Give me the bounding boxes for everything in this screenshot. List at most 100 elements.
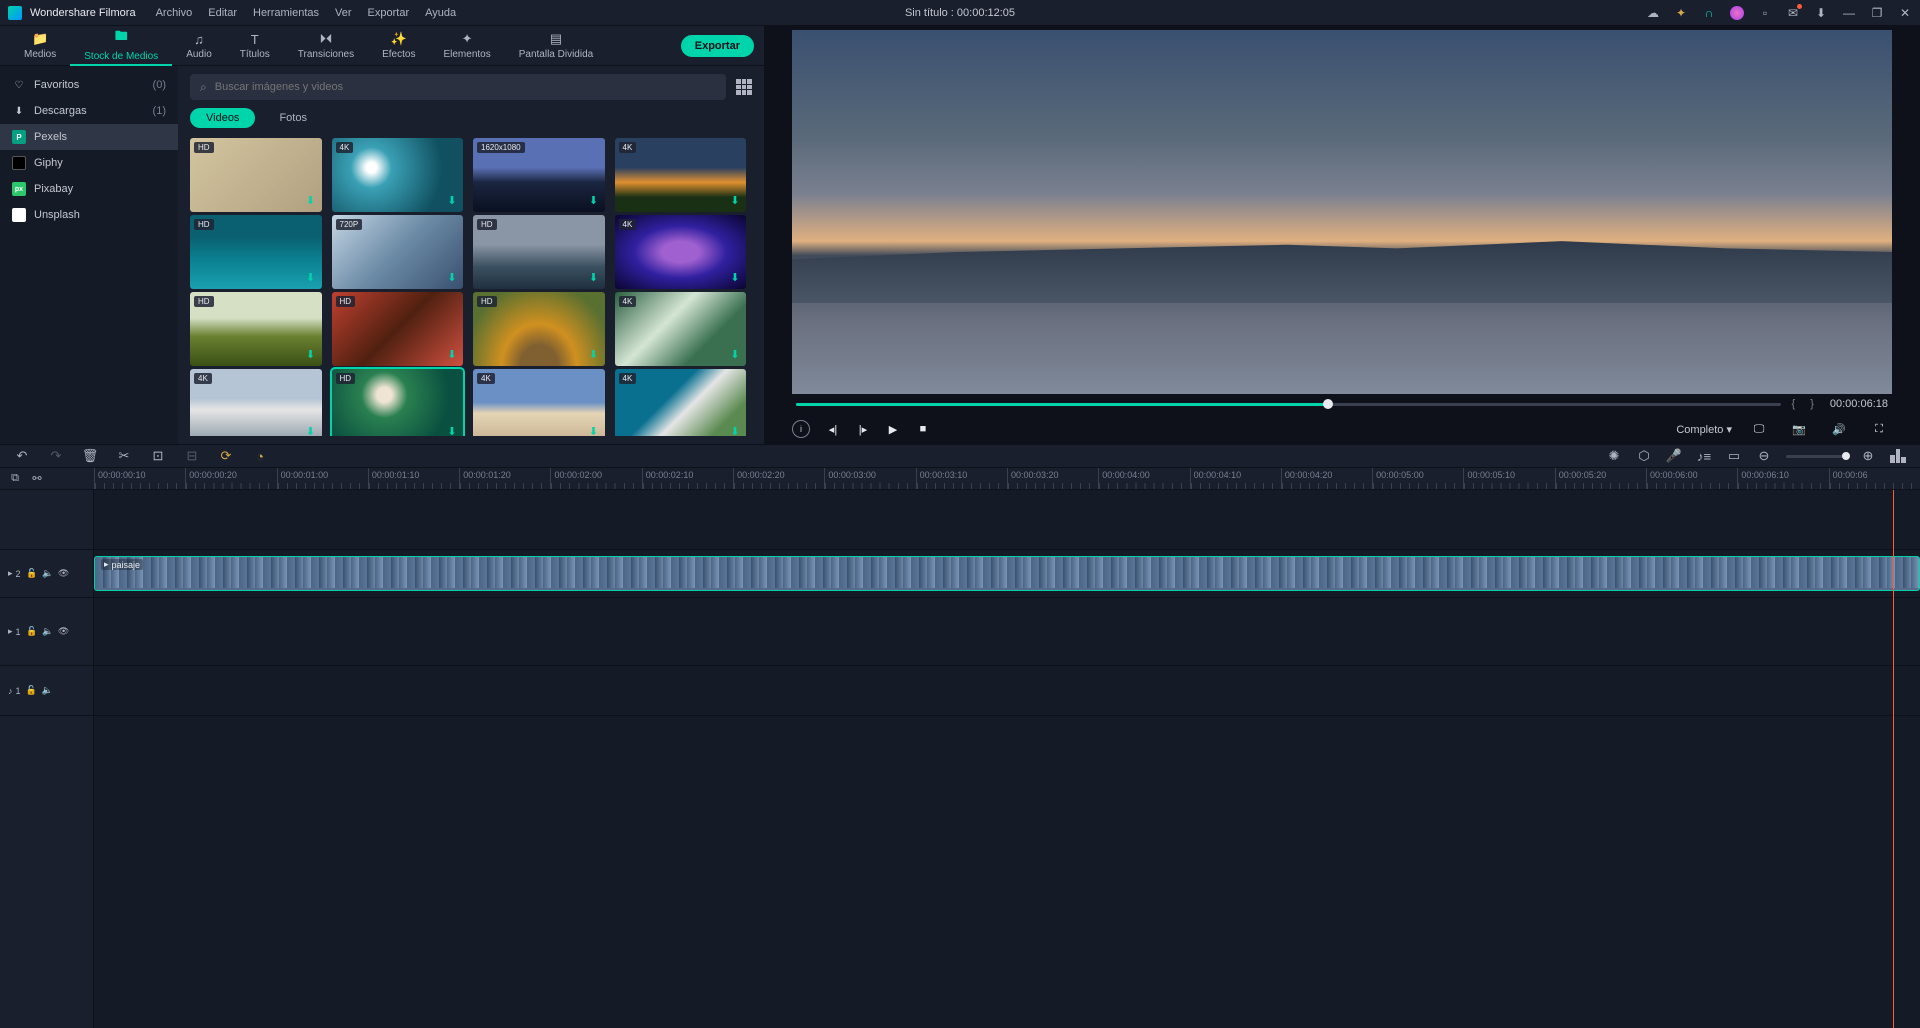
stock-thumbnail[interactable]: HD⬇ xyxy=(473,292,605,366)
stock-thumbnail[interactable]: 4K⬇ xyxy=(615,369,747,436)
mixer-icon[interactable]: ✺ xyxy=(1606,448,1622,464)
stock-thumbnail[interactable]: HD⬇ xyxy=(473,215,605,289)
minimize-button[interactable]: — xyxy=(1842,6,1856,20)
export-button[interactable]: Exportar xyxy=(681,35,754,57)
stock-thumbnail[interactable]: 4K⬇ xyxy=(332,138,464,212)
stock-thumbnail[interactable]: HD⬇ xyxy=(190,138,322,212)
avatar-icon[interactable] xyxy=(1730,6,1744,20)
speed-button[interactable]: ⟳ xyxy=(218,448,234,464)
next-frame-button[interactable]: |▸ xyxy=(850,418,876,440)
mute-icon[interactable]: 🔈 xyxy=(43,569,53,579)
headphones-icon[interactable]: ∩ xyxy=(1702,6,1716,20)
adjust-button[interactable]: ⊟ xyxy=(184,448,200,464)
marker-icon[interactable]: ⬡ xyxy=(1636,448,1652,464)
volume-icon[interactable]: 🔊 xyxy=(1826,418,1852,440)
video-clip[interactable]: ▸paisaje xyxy=(94,556,1920,591)
stock-thumbnail[interactable]: HD⬇ xyxy=(190,292,322,366)
preview-viewport[interactable] xyxy=(792,30,1892,394)
chip-fotos[interactable]: Fotos xyxy=(263,108,323,128)
stock-thumbnail[interactable]: 4K⬇ xyxy=(615,138,747,212)
download-thumbnail-icon[interactable]: ⬇ xyxy=(587,271,601,285)
close-button[interactable]: ✕ xyxy=(1898,6,1912,20)
time-ruler[interactable]: 00:00:00:1000:00:00:2000:00:01:0000:00:0… xyxy=(94,468,1920,489)
stock-thumbnail[interactable]: 4K⬇ xyxy=(615,215,747,289)
grid-view-icon[interactable] xyxy=(736,79,752,95)
tab-audio[interactable]: ♫Audio xyxy=(172,26,226,66)
tab-elementos[interactable]: ✦Elementos xyxy=(429,26,504,66)
sidebar-item-pixabay[interactable]: pxPixabay xyxy=(0,176,178,202)
download-thumbnail-icon[interactable]: ⬇ xyxy=(445,348,459,362)
lock-icon[interactable]: 🔓 xyxy=(27,627,37,637)
download-thumbnail-icon[interactable]: ⬇ xyxy=(445,271,459,285)
link-icon[interactable]: ⚯ xyxy=(30,472,44,486)
stock-thumbnail[interactable]: 720P⬇ xyxy=(332,215,464,289)
menu-ver[interactable]: Ver xyxy=(335,7,352,19)
search-input[interactable] xyxy=(215,81,716,93)
visibility-icon[interactable]: 👁 xyxy=(59,627,69,637)
download-thumbnail-icon[interactable]: ⬇ xyxy=(728,194,742,208)
download-thumbnail-icon[interactable]: ⬇ xyxy=(587,425,601,436)
crop-button[interactable]: ⊡ xyxy=(150,448,166,464)
delete-button[interactable]: 🗑 xyxy=(82,448,98,464)
zoom-slider[interactable] xyxy=(1786,455,1846,458)
menu-archivo[interactable]: Archivo xyxy=(156,7,193,19)
visibility-icon[interactable]: 👁 xyxy=(59,569,69,579)
lock-icon[interactable]: 🔓 xyxy=(27,569,37,579)
render-icon[interactable]: ▭ xyxy=(1726,448,1742,464)
menu-editar[interactable]: Editar xyxy=(208,7,237,19)
stock-thumbnail[interactable]: 1620x1080⬇ xyxy=(473,138,605,212)
prev-frame-button[interactable]: ◂| xyxy=(820,418,846,440)
stop-button[interactable]: ■ xyxy=(910,418,936,440)
download-thumbnail-icon[interactable]: ⬇ xyxy=(304,194,318,208)
undo-button[interactable]: ↶ xyxy=(14,448,30,464)
maximize-button[interactable]: ❐ xyxy=(1870,6,1884,20)
sidebar-item-pexels[interactable]: PPexels xyxy=(0,124,178,150)
sidebar-item-giphy[interactable]: Giphy xyxy=(0,150,178,176)
voiceover-icon[interactable]: 🎤 xyxy=(1666,448,1682,464)
download-thumbnail-icon[interactable]: ⬇ xyxy=(587,194,601,208)
zoom-fit-icon[interactable] xyxy=(1890,449,1906,463)
zoom-in-button[interactable]: ⊕ xyxy=(1860,448,1876,464)
redo-button[interactable]: ↷ xyxy=(48,448,64,464)
preview-scrubber[interactable] xyxy=(796,403,1781,406)
stock-thumbnail[interactable]: HD⬇ xyxy=(332,369,464,436)
lock-icon[interactable]: 🔓 xyxy=(27,686,37,696)
sidebar-item-unsplash[interactable]: Unsplash xyxy=(0,202,178,228)
download-thumbnail-icon[interactable]: ⬇ xyxy=(445,194,459,208)
tab-titulos[interactable]: TTítulos xyxy=(226,26,284,66)
track-lanes[interactable]: ▸paisaje ✂ xyxy=(94,490,1920,1028)
stock-thumbnail[interactable]: 4K⬇ xyxy=(615,292,747,366)
menu-herramientas[interactable]: Herramientas xyxy=(253,7,319,19)
notification-icon[interactable]: ✉ xyxy=(1786,6,1800,20)
play-button[interactable]: ▶ xyxy=(880,418,906,440)
aspect-select[interactable]: Completo ▾ xyxy=(1676,423,1732,436)
download-thumbnail-icon[interactable]: ⬇ xyxy=(304,425,318,436)
chip-videos[interactable]: Videos xyxy=(190,108,255,128)
monitor-icon[interactable]: 🖵 xyxy=(1746,418,1772,440)
stock-thumbnail[interactable]: 4K⬇ xyxy=(190,369,322,436)
track-head-v2[interactable]: ▸2 🔓 🔈 👁 xyxy=(0,550,93,598)
tab-stock-medios[interactable]: 🖿Stock de Medios xyxy=(70,26,172,66)
in-out-markers[interactable]: { } xyxy=(1791,398,1819,410)
download-thumbnail-icon[interactable]: ⬇ xyxy=(587,348,601,362)
sidebar-item-favoritos[interactable]: Favoritos(0) xyxy=(0,72,178,98)
track-head-v1[interactable]: ▸1 🔓 🔈 👁 xyxy=(0,598,93,666)
stock-thumbnail[interactable]: HD⬇ xyxy=(190,215,322,289)
stock-thumbnail[interactable]: HD⬇ xyxy=(332,292,464,366)
search-box[interactable]: ⌕ xyxy=(190,74,726,100)
sidebar-item-descargas[interactable]: Descargas(1) xyxy=(0,98,178,124)
download-icon[interactable]: ⬇ xyxy=(1814,6,1828,20)
download-thumbnail-icon[interactable]: ⬇ xyxy=(304,348,318,362)
menu-exportar[interactable]: Exportar xyxy=(368,7,410,19)
download-thumbnail-icon[interactable]: ⬇ xyxy=(728,348,742,362)
download-thumbnail-icon[interactable]: ⬇ xyxy=(728,271,742,285)
track-head-a1[interactable]: ♪1 🔓 🔈 xyxy=(0,666,93,716)
lightbulb-icon[interactable]: ✦ xyxy=(1674,6,1688,20)
download-thumbnail-icon[interactable]: ⬇ xyxy=(728,425,742,436)
split-button[interactable]: ✂ xyxy=(116,448,132,464)
color-button[interactable]: ◔ xyxy=(252,448,268,464)
zoom-out-button[interactable]: ⊖ xyxy=(1756,448,1772,464)
duplicate-icon[interactable]: ⧉ xyxy=(8,472,22,486)
download-thumbnail-icon[interactable]: ⬇ xyxy=(445,425,459,436)
fullscreen-icon[interactable]: ⛶ xyxy=(1866,418,1892,440)
